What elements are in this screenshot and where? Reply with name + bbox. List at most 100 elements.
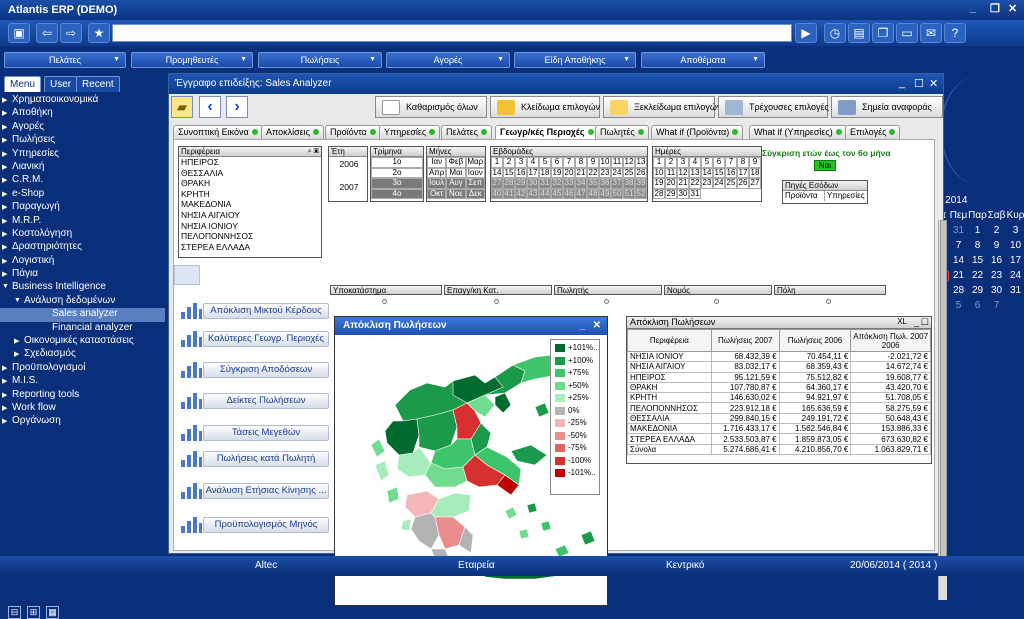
calendar-day[interactable]: 2 [987, 225, 1006, 237]
day-item[interactable]: 8 [737, 157, 749, 168]
month-item[interactable]: Αυγ [446, 178, 466, 189]
tree-arrow-icon[interactable]: ▶ [2, 270, 7, 278]
tree-arrow-icon[interactable]: ▶ [2, 176, 7, 184]
day-item[interactable]: 9 [749, 157, 761, 168]
map-thumbnail-icon[interactable] [174, 265, 200, 285]
table-row[interactable]: ΚΡΗΤΗ 146.630,02 €94.921,97 €51.708,05 € [627, 392, 931, 404]
menu-suppliers[interactable]: Προμηθευτές ▼ [131, 52, 253, 68]
tab-options[interactable]: Επιλογές [845, 125, 901, 139]
nav-item[interactable]: ▶ M.R.P. [0, 215, 165, 228]
region-item[interactable]: ΣΤΕΡΕΑ ΕΛΛΑΔΑ [179, 242, 321, 253]
quarter-item[interactable]: 2ο [371, 167, 423, 178]
day-item[interactable]: 5 [701, 157, 713, 168]
day-item[interactable]: 13 [689, 167, 701, 178]
day-item[interactable]: 15 [713, 167, 725, 178]
tree-arrow-icon[interactable]: ▶ [2, 203, 7, 211]
day-item[interactable]: 1 [653, 157, 665, 168]
report-button[interactable]: Απόκλιση Μικτού Κέρδους [179, 300, 329, 322]
layout-icon[interactable]: ▣ [8, 23, 30, 43]
calendar-day[interactable]: 9 [987, 240, 1006, 252]
table-row[interactable]: ΝΗΣΙΑ ΑΙΓΑΙΟΥ 83.032,17 €68.359,43 €14.67… [627, 361, 931, 373]
col-region[interactable]: Περιφέρεια [627, 329, 712, 352]
week-item[interactable]: 48 [587, 188, 599, 199]
tree-arrow-icon[interactable]: ▶ [2, 417, 7, 425]
week-item[interactable]: 44 [539, 188, 551, 199]
week-item[interactable]: 38 [623, 178, 635, 189]
report-button[interactable]: Ανάλυση Ετήσιας Κίνησης ... [179, 480, 329, 502]
tree-arrow-icon[interactable]: ▶ [2, 230, 7, 238]
month-item[interactable]: Ιαν [427, 157, 447, 168]
week-item[interactable]: 17 [527, 167, 539, 178]
week-item[interactable]: 39 [635, 178, 647, 189]
week-item[interactable]: 1 [491, 157, 503, 168]
window-close-icon[interactable]: ✕ [929, 77, 938, 90]
week-item[interactable]: 41 [503, 188, 515, 199]
day-item[interactable]: 27 [749, 178, 761, 189]
day-item[interactable]: 11 [665, 167, 677, 178]
menu-stock[interactable]: Αποθέματα ▼ [641, 52, 765, 68]
nav-item[interactable]: ▶ Δραστηριότητες [0, 241, 165, 254]
table-row[interactable]: ΝΗΣΙΑ ΙΟΝΙΟΥ 68.432,39 €70.454,11 € -2.021… [627, 350, 931, 363]
tab-customers[interactable]: Πελάτες [441, 125, 492, 139]
report-button[interactable]: Σύγκριση Αποδόσεων [179, 359, 329, 381]
nav-item[interactable]: ▶ Χρηματοοικονομικά [0, 94, 165, 107]
week-item[interactable]: 20 [563, 167, 575, 178]
tree-arrow-icon[interactable]: ▶ [2, 404, 7, 412]
week-item[interactable]: 7 [563, 157, 575, 168]
week-item[interactable]: 6 [551, 157, 563, 168]
table-row[interactable]: ΣΤΕΡΕΑ ΕΛΛΑΔΑ 2.533.503,87 €1.859.873,05 … [627, 433, 931, 445]
day-item[interactable]: 30 [677, 188, 689, 199]
tree-arrow-icon[interactable]: ▶ [2, 163, 7, 171]
export-xl-button[interactable]: XL [897, 317, 907, 326]
calendar-day[interactable]: 21 [949, 270, 968, 282]
tree-arrow-icon[interactable]: ▶ [2, 257, 7, 265]
calendar-day[interactable]: 3 [1006, 225, 1024, 237]
calendar-day[interactable]: 7 [987, 300, 1006, 312]
window-maximize-icon[interactable]: ☐ [914, 77, 924, 90]
day-item[interactable]: 22 [689, 178, 701, 189]
report-button[interactable]: Καλύτερες Γεωγρ. Περιοχές [179, 328, 329, 350]
nav-item[interactable]: ▶ Προϋπολογισμοί [0, 362, 165, 375]
table-maximize-icon[interactable]: ☐ [921, 317, 929, 328]
filter-salesperson[interactable]: Πωλητής [554, 285, 662, 295]
source-item[interactable]: Υπηρεσίες [825, 191, 865, 201]
day-item[interactable]: 21 [677, 178, 689, 189]
tab-user[interactable]: User [44, 76, 78, 92]
tab-whatif-products[interactable]: What if (Προϊόντα) [651, 125, 744, 139]
month-item[interactable]: Μαρ [465, 157, 485, 168]
year-item[interactable]: 2006 [329, 157, 367, 169]
help-icon[interactable]: ? [944, 23, 966, 43]
calendar-day[interactable]: 28 [949, 285, 968, 297]
week-item[interactable]: 15 [503, 167, 515, 178]
nav-item[interactable]: ▶ e-Shop [0, 188, 165, 201]
col-deviation[interactable]: Απόκλιση Πωλ. 2007 2006 [850, 329, 931, 352]
week-item[interactable]: 33 [563, 178, 575, 189]
week-item[interactable]: 11 [611, 157, 623, 168]
year-item[interactable]: 2007 [329, 168, 367, 192]
tree-arrow-icon[interactable]: ▶ [2, 377, 7, 385]
tree-collapse-icon[interactable]: ⊟ [8, 606, 21, 619]
week-item[interactable]: 42 [515, 188, 527, 199]
nav-item[interactable]: ▶ Λιανική [0, 161, 165, 174]
region-item[interactable]: ΜΑΚΕΔΟΝΙΑ [179, 199, 321, 210]
nav-item[interactable]: ▶ Πωλήσεις [0, 134, 165, 147]
tab-whatif-services[interactable]: What if (Υπηρεσίες) [749, 125, 847, 139]
calendar-day[interactable]: 5 [949, 300, 968, 312]
week-item[interactable]: 2 [503, 157, 515, 168]
nav-item[interactable]: ▶ Κοστολόγηση [0, 228, 165, 241]
filter-radio[interactable] [826, 299, 831, 304]
tree-arrow-icon[interactable]: ▶ [2, 136, 7, 144]
calendar-day[interactable]: 6 [968, 300, 987, 312]
day-item[interactable]: 17 [737, 167, 749, 178]
day-item[interactable]: 29 [665, 188, 677, 199]
quarter-item[interactable]: 4ο [371, 188, 423, 199]
command-input[interactable] [112, 24, 792, 42]
tree-arrow-icon[interactable]: ▼ [2, 283, 9, 290]
week-item[interactable]: 31 [539, 178, 551, 189]
calendar-day[interactable]: 10 [1006, 240, 1024, 252]
nav-item[interactable]: ▼ Ανάλυση δεδομένων [0, 295, 165, 308]
calendar-day[interactable]: 17 [1006, 255, 1024, 267]
filter-radio[interactable] [714, 299, 719, 304]
nav-item[interactable]: ▶ Reporting tools [0, 389, 165, 402]
tab-deviations[interactable]: Αποκλίσεις [261, 125, 324, 139]
